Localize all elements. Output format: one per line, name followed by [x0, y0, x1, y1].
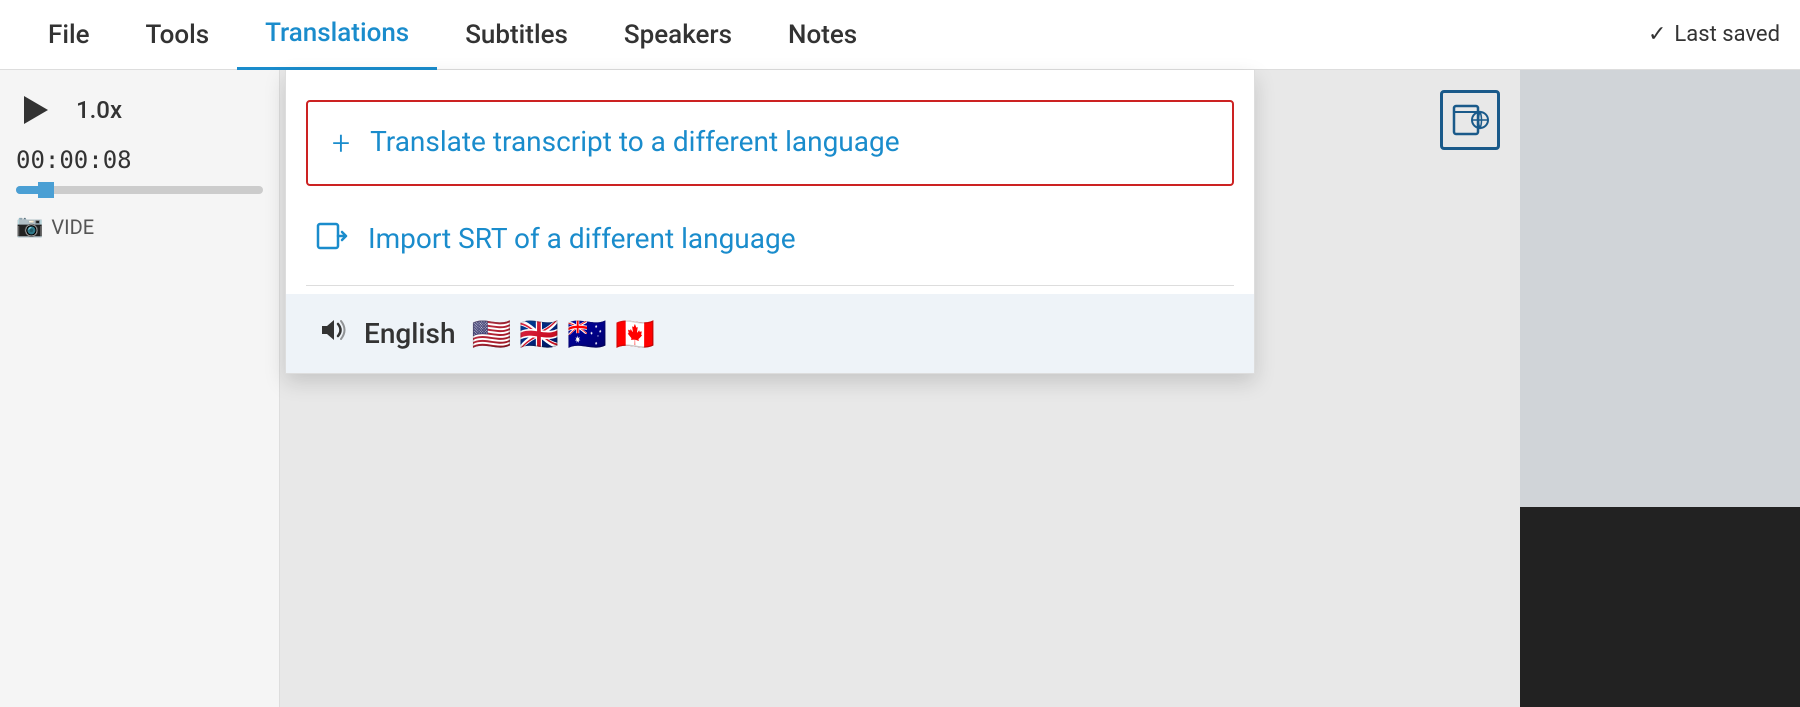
- play-icon: [24, 96, 48, 124]
- translate-transcript-label: Translate transcript to a different lang…: [370, 124, 899, 160]
- dropdown-divider: [306, 285, 1234, 286]
- globe-book-icon[interactable]: [1440, 90, 1500, 150]
- nav-notes[interactable]: Notes: [760, 0, 885, 70]
- nav-translations[interactable]: Translations: [237, 0, 437, 70]
- english-language-item[interactable]: English 🇺🇸 🇬🇧 🇦🇺 🇨🇦: [286, 294, 1254, 373]
- nav-subtitles[interactable]: Subtitles: [437, 0, 596, 70]
- progress-bar[interactable]: [16, 186, 263, 194]
- last-saved-indicator: ✓ Last saved: [1648, 22, 1780, 47]
- import-icon: [316, 220, 348, 259]
- play-button[interactable]: [16, 90, 56, 130]
- nav-speakers[interactable]: Speakers: [596, 0, 760, 70]
- video-camera-icon: 📷: [16, 214, 43, 239]
- english-label: English: [364, 317, 456, 350]
- video-text: VIDE: [51, 215, 94, 239]
- right-icon-area: [1420, 70, 1520, 170]
- plus-icon: +: [332, 124, 350, 162]
- flag-us: 🇺🇸: [472, 315, 512, 353]
- import-srt-label: Import SRT of a different language: [368, 221, 796, 257]
- right-panel: [1520, 70, 1800, 577]
- flag-au: 🇦🇺: [567, 315, 607, 353]
- app-bar: File Tools Translations Subtitles Speake…: [0, 0, 1800, 70]
- left-panel: 1.0x 00:00:08 📷 VIDE: [0, 70, 280, 707]
- flag-ca: 🇨🇦: [615, 315, 655, 353]
- flag-group: 🇺🇸 🇬🇧 🇦🇺 🇨🇦: [472, 315, 655, 353]
- playback-controls: 1.0x: [16, 90, 263, 130]
- speaker-icon: [316, 314, 348, 353]
- checkmark-icon: ✓: [1648, 22, 1666, 47]
- flag-gb: 🇬🇧: [519, 315, 559, 353]
- nav-tools[interactable]: Tools: [118, 0, 238, 70]
- progress-thumb[interactable]: [38, 182, 54, 198]
- translate-transcript-item[interactable]: + Translate transcript to a different la…: [306, 100, 1234, 186]
- last-saved-label: Last saved: [1674, 22, 1780, 47]
- dark-preview-area: [1520, 507, 1800, 707]
- timestamp-display: 00:00:08: [16, 146, 263, 174]
- video-label: 📷 VIDE: [16, 214, 263, 239]
- speed-label[interactable]: 1.0x: [76, 96, 122, 124]
- translations-dropdown: + Translate transcript to a different la…: [285, 70, 1255, 374]
- nav-file[interactable]: File: [20, 0, 118, 70]
- import-srt-item[interactable]: Import SRT of a different language: [286, 202, 1254, 277]
